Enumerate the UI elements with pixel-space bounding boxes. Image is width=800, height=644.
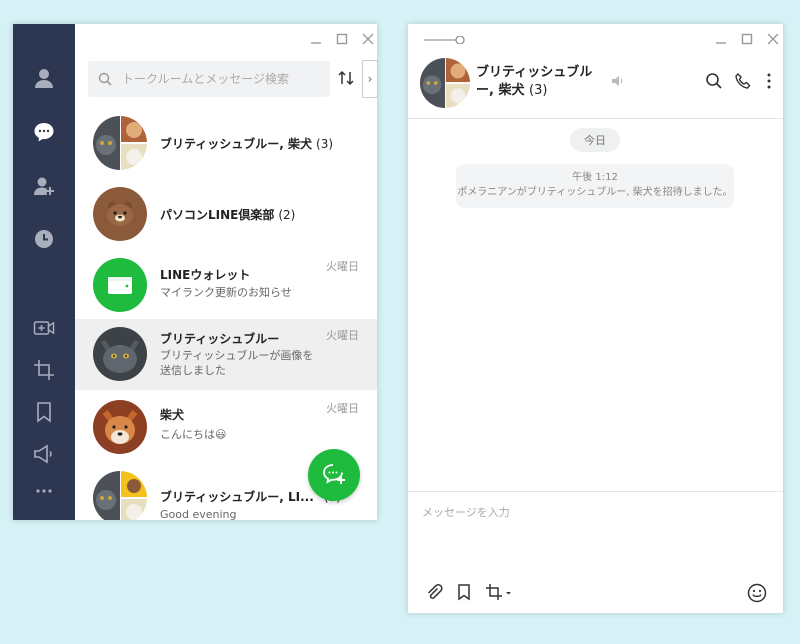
shiba-avatar	[93, 400, 147, 454]
chat-title[interactable]: ブリティッシュブルー, 柴犬 (3)	[476, 64, 604, 100]
chat-name: パソコンLINE倶楽部 (2)	[160, 208, 296, 222]
sidebar	[13, 24, 75, 520]
cat-avatar	[93, 327, 147, 381]
screenshot-icon[interactable]	[485, 583, 513, 601]
group-avatar	[93, 471, 147, 520]
system-message-text: ポメラニアンがブリティッシュブルー, 柴犬を招待しました。	[457, 187, 733, 198]
add-friend-icon[interactable]	[32, 174, 56, 198]
chat-preview: Good evening	[160, 508, 237, 520]
chat-date: 火曜日	[326, 260, 359, 273]
chat-list-window: › ブリティッシュブルー, 柴犬(3) パソコンLINE倶楽部(2) LINEウ…	[13, 24, 378, 520]
minimize-icon[interactable]	[714, 32, 728, 46]
new-chat-button[interactable]	[308, 449, 360, 501]
system-message: 午後 1:12 ポメラニアンがブリティッシュブルー, 柴犬を招待しました。	[456, 164, 734, 208]
phone-icon[interactable]	[734, 72, 752, 90]
chat-name: ブリティッシュブルー	[160, 332, 280, 346]
search-icon[interactable]	[705, 72, 723, 90]
attach-file-icon[interactable]	[425, 583, 443, 601]
chat-room-window: ブリティッシュブルー, 柴犬 (3) 今日 午後 1:12 ポメラニアンがブリテ…	[408, 24, 783, 613]
sort-icon[interactable]	[336, 68, 356, 88]
window-controls	[309, 32, 375, 46]
chat-preview: ブリティッシュブルーが画像を送信しました	[160, 349, 314, 377]
announcement-icon[interactable]	[32, 442, 56, 466]
history-icon[interactable]	[32, 227, 56, 251]
speaker-icon	[612, 76, 623, 86]
video-call-icon[interactable]	[32, 316, 56, 340]
keep-icon[interactable]	[32, 400, 56, 424]
chat-date: 火曜日	[326, 329, 359, 342]
keep-icon[interactable]	[455, 583, 473, 601]
chat-name: 柴犬	[160, 408, 185, 422]
message-input[interactable]	[420, 502, 774, 566]
emoji-icon[interactable]	[747, 583, 767, 603]
chat-row[interactable]: ブリティッシュブルー, 柴犬 (3)	[75, 108, 377, 178]
chat-row[interactable]: パソコンLINE倶楽部 (2)	[75, 179, 377, 249]
collapse-panel-button[interactable]: ›	[362, 60, 378, 98]
brown-bear-avatar	[93, 187, 147, 241]
chat-header: ブリティッシュブルー, 柴犬 (3)	[408, 52, 783, 119]
more-icon[interactable]	[32, 479, 56, 503]
search-icon	[98, 72, 112, 86]
minimize-icon[interactable]	[309, 32, 323, 46]
screenshot-icon[interactable]	[32, 358, 56, 382]
maximize-icon[interactable]	[335, 32, 349, 46]
chat-row-selected[interactable]: ブリティッシュブルー ブリティッシュブルーが画像を送信しました 火曜日	[75, 319, 377, 390]
window-controls	[714, 32, 780, 46]
close-icon[interactable]	[766, 32, 780, 46]
chat-row[interactable]: LINEウォレット マイランク更新のお知らせ 火曜日	[75, 250, 377, 320]
date-separator: 今日	[570, 128, 620, 152]
group-avatar[interactable]	[420, 58, 470, 108]
chat-preview: マイランク更新のお知らせ	[160, 286, 292, 299]
search-box[interactable]	[88, 61, 330, 97]
system-message-time: 午後 1:12	[572, 172, 618, 183]
close-icon[interactable]	[361, 32, 375, 46]
chat-name: ブリティッシュブルー, 柴犬 (3)	[160, 137, 334, 151]
message-composer	[408, 491, 783, 614]
friends-icon[interactable]	[32, 66, 56, 90]
chats-icon[interactable]	[32, 120, 56, 144]
more-vertical-icon[interactable]	[760, 72, 778, 90]
chat-date: 火曜日	[326, 402, 359, 415]
search-input[interactable]	[120, 71, 324, 87]
opacity-slider[interactable]	[424, 36, 466, 44]
maximize-icon[interactable]	[740, 32, 754, 46]
chat-preview: こんにちは😃	[160, 428, 227, 441]
line-wallet-avatar	[93, 258, 147, 312]
chat-name: LINEウォレット	[160, 268, 251, 282]
group-avatar	[93, 116, 147, 170]
new-chat-icon	[323, 464, 345, 484]
